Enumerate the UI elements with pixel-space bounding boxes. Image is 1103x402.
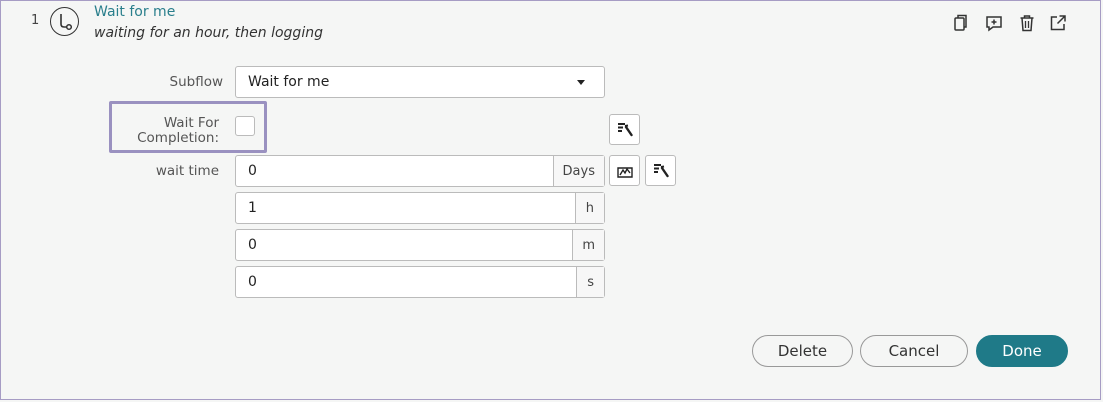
subflow-icon [50, 7, 79, 36]
wait-time-minutes-group: m [235, 229, 605, 261]
delete-button[interactable]: Delete [752, 335, 853, 367]
wait-time-seconds-group: s [235, 266, 605, 298]
trash-icon[interactable] [1018, 14, 1036, 32]
wait-for-completion-label-line1: Wait For [163, 115, 219, 131]
cancel-button[interactable]: Cancel [860, 335, 968, 367]
wait-time-minutes-input[interactable] [236, 230, 573, 260]
wait-time-label: wait time [155, 163, 219, 179]
subflow-label: Subflow [169, 74, 224, 90]
wait-time-variable-picker-button[interactable] [645, 155, 676, 186]
wait-for-completion-label: Wait For Completion: [137, 116, 219, 146]
wait-for-completion-checkbox[interactable] [235, 116, 255, 136]
step-number: 1 [31, 13, 40, 28]
wait-time-hours-group: h [235, 192, 605, 224]
wait-time-days-group: Days [235, 155, 605, 187]
seconds-unit: s [576, 267, 604, 297]
subflow-select[interactable]: Wait for me [235, 66, 605, 98]
wait-time-days-input[interactable] [236, 156, 553, 186]
hours-unit: h [574, 193, 604, 223]
minutes-unit: m [572, 230, 604, 260]
wait-for-completion-label-line2: Completion: [137, 130, 219, 146]
step-description: waiting for an hour, then logging [94, 25, 323, 41]
done-button[interactable]: Done [976, 335, 1068, 367]
days-unit: Days [552, 156, 604, 186]
expression-icon [616, 166, 633, 178]
copy-icon[interactable] [952, 14, 970, 32]
subflow-select-value: Wait for me [248, 74, 330, 90]
expression-button[interactable] [609, 155, 640, 186]
wait-time-seconds-input[interactable] [236, 267, 577, 297]
variable-picker-icon [617, 123, 633, 137]
add-comment-icon[interactable] [985, 14, 1003, 32]
step-title[interactable]: Wait for me [94, 4, 175, 20]
variable-picker-icon [653, 164, 669, 178]
chevron-down-icon [577, 80, 585, 85]
wait-time-hours-input[interactable] [236, 193, 575, 223]
variable-picker-button[interactable] [609, 114, 640, 145]
open-external-icon[interactable] [1049, 14, 1067, 32]
